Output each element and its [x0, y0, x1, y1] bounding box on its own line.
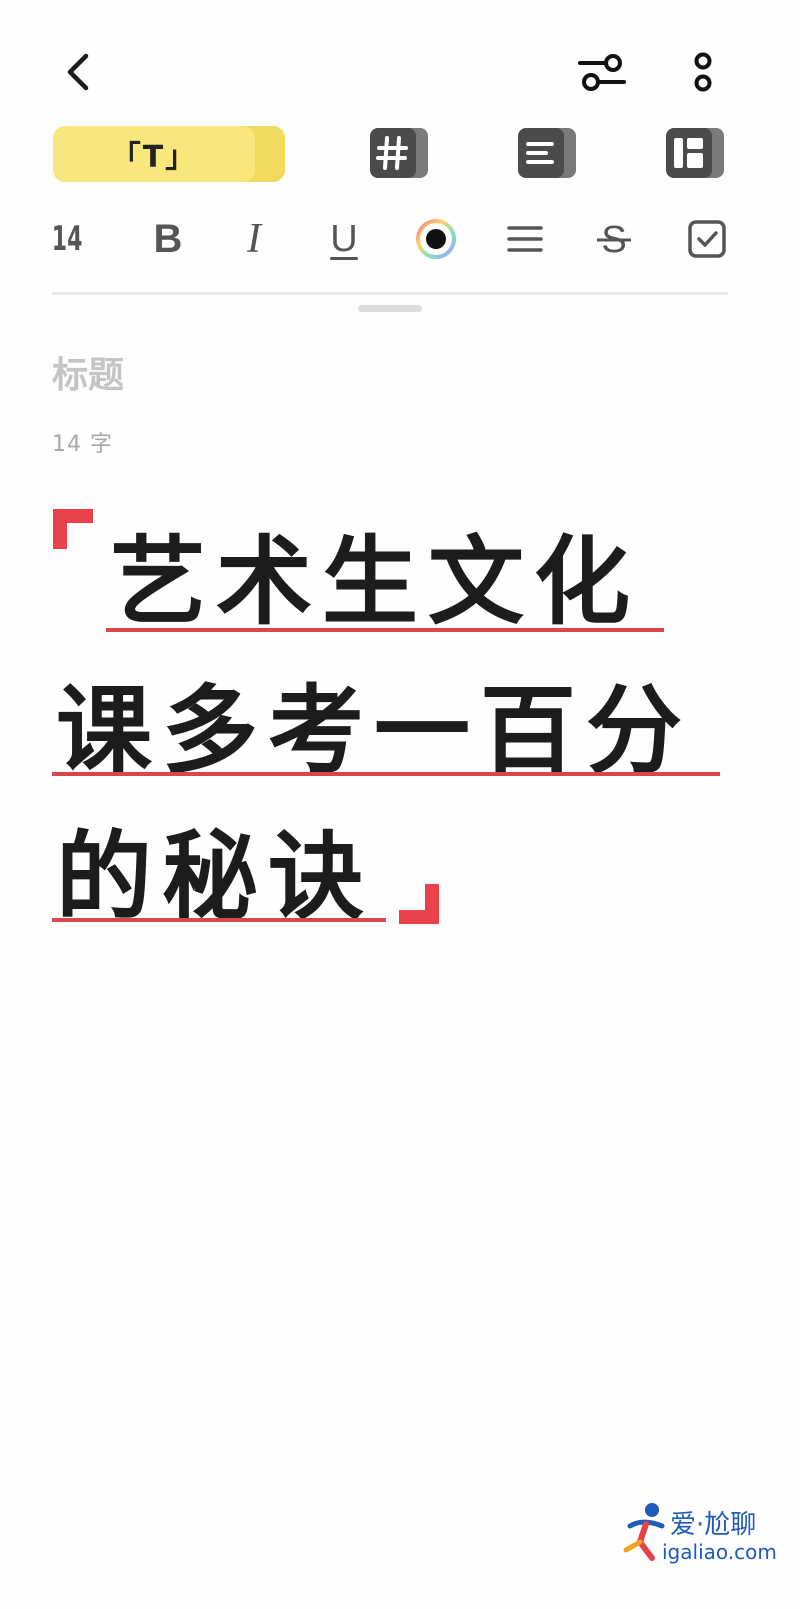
- strikethrough-icon: S: [597, 219, 631, 261]
- open-bracket-mark: [53, 509, 93, 549]
- watermark-brand: 爱·尬聊: [670, 1510, 757, 1540]
- chevron-left-icon: [67, 53, 89, 91]
- layout-style-chip[interactable]: [664, 126, 726, 180]
- headline-line-3[interactable]: 的秘诀: [56, 822, 374, 932]
- watermark: 爱·尬聊 igaliao.com: [622, 1500, 782, 1570]
- checklist-button[interactable]: [686, 213, 728, 265]
- list-block-icon: [518, 128, 576, 178]
- sliders-icon: [578, 54, 626, 91]
- close-bracket-mark: [399, 884, 439, 924]
- headline-line-1[interactable]: 艺术生文化: [110, 527, 640, 637]
- align-justify-icon: [507, 226, 543, 252]
- list-style-chip[interactable]: [516, 126, 578, 180]
- watermark-domain: igaliao.com: [662, 1540, 777, 1564]
- word-count: 14 字: [52, 432, 113, 457]
- underline-button[interactable]: U: [326, 213, 362, 265]
- hash-style-chip[interactable]: [368, 126, 430, 180]
- more-vertical-icon: [694, 52, 712, 92]
- underline-line-3: [52, 918, 386, 922]
- toolbar-divider: [52, 292, 728, 295]
- bold-button[interactable]: B: [148, 213, 188, 265]
- text-color-button[interactable]: [414, 213, 458, 265]
- align-button[interactable]: [505, 213, 545, 265]
- font-size-value: 14: [51, 219, 83, 259]
- underline-label: U: [330, 217, 358, 260]
- strikethrough-button[interactable]: S: [594, 213, 634, 265]
- hash-block-icon: [370, 128, 428, 178]
- underline-line-2: [52, 772, 720, 776]
- text-style-chip[interactable]: 「T」: [53, 126, 285, 182]
- more-button[interactable]: [684, 46, 722, 98]
- text-style-label: 「T」: [110, 140, 198, 175]
- settings-button[interactable]: [574, 46, 630, 98]
- drag-handle[interactable]: [358, 305, 422, 312]
- color-wheel-icon: [416, 219, 456, 259]
- bold-label: B: [153, 216, 183, 261]
- back-button[interactable]: [56, 48, 100, 96]
- title-input[interactable]: [52, 345, 728, 405]
- italic-button[interactable]: I: [236, 213, 272, 265]
- italic-label: I: [247, 216, 261, 262]
- underline-line-1: [106, 628, 664, 632]
- layout-block-icon: [666, 128, 724, 178]
- checkbox-icon: [688, 220, 726, 258]
- font-size-button[interactable]: 14: [51, 213, 83, 265]
- headline-line-2[interactable]: 课多考一百分: [56, 676, 692, 786]
